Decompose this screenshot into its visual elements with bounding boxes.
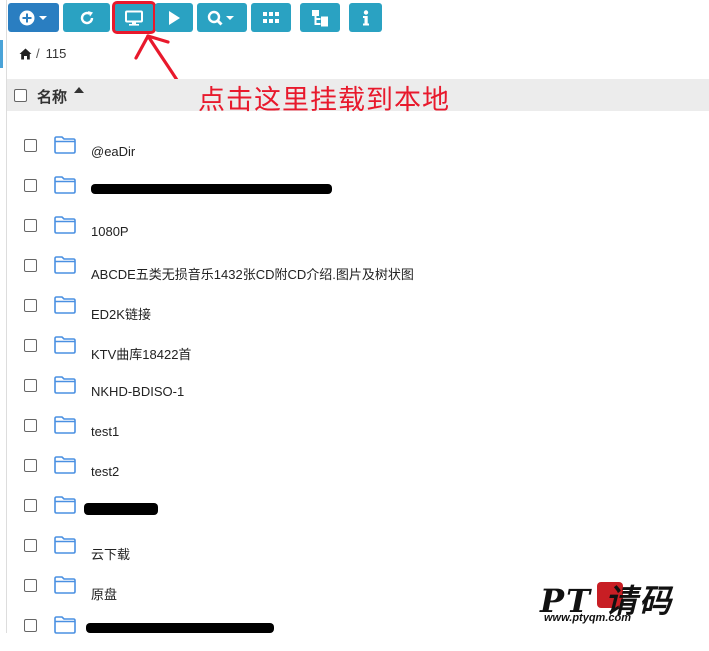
folder-icon (54, 336, 76, 354)
row-checkbox[interactable] (24, 619, 37, 632)
list-item[interactable] (0, 171, 709, 211)
file-name[interactable]: 原盘 (91, 584, 117, 603)
file-name[interactable]: test2 (91, 464, 119, 479)
row-checkbox[interactable] (24, 339, 37, 352)
folder-icon (54, 536, 76, 554)
redacted-name (84, 503, 158, 515)
row-checkbox[interactable] (24, 419, 37, 432)
list-item[interactable]: test2 (0, 451, 709, 491)
add-icon (19, 10, 47, 25)
row-checkbox[interactable] (24, 539, 37, 552)
list-item[interactable]: 云下载 (0, 531, 709, 571)
redacted-name (91, 184, 332, 194)
row-checkbox[interactable] (24, 499, 37, 512)
row-checkbox[interactable] (24, 379, 37, 392)
row-checkbox[interactable] (24, 299, 37, 312)
folder-icon (54, 456, 76, 474)
file-name[interactable]: @eaDir (91, 144, 135, 159)
row-checkbox[interactable] (24, 579, 37, 592)
left-accent-bar (0, 40, 3, 68)
sort-ascending-icon[interactable] (74, 87, 84, 93)
search-button[interactable] (197, 3, 247, 32)
tree-view-button[interactable] (300, 3, 340, 32)
grid-icon (263, 11, 279, 23)
folder-icon (54, 296, 76, 314)
grid-view-button[interactable] (251, 3, 291, 32)
row-checkbox[interactable] (24, 219, 37, 232)
file-name[interactable]: 1080P (91, 224, 129, 239)
file-name[interactable]: 云下载 (91, 544, 130, 563)
folder-icon (54, 496, 76, 514)
list-item[interactable]: ABCDE五类无损音乐1432张CD附CD介绍.图片及树状图 (0, 251, 709, 291)
folder-icon (54, 576, 76, 594)
folder-icon (54, 136, 76, 154)
list-item[interactable]: KTV曲库18422首 (0, 331, 709, 371)
refresh-icon (80, 10, 93, 24)
play-icon (169, 10, 180, 25)
select-all-checkbox[interactable] (14, 89, 27, 102)
annotation-text: 点击这里挂载到本地 (198, 85, 450, 115)
redacted-name (86, 623, 274, 633)
list-item[interactable]: @eaDir (0, 131, 709, 171)
list-item[interactable]: 1080P (0, 211, 709, 251)
breadcrumb-separator: / (36, 46, 40, 61)
file-name[interactable]: ED2K链接 (91, 304, 151, 323)
refresh-button[interactable] (63, 3, 110, 32)
row-checkbox[interactable] (24, 459, 37, 472)
info-button[interactable] (349, 3, 382, 32)
list-item[interactable]: NKHD-BDISO-1 (0, 371, 709, 411)
folder-icon (54, 616, 76, 634)
file-name[interactable]: KTV曲库18422首 (91, 344, 191, 363)
folder-icon (54, 416, 76, 434)
name-column-header[interactable]: 名称 (37, 86, 67, 107)
watermark-url: www.ptyqm.com (544, 612, 631, 624)
row-checkbox[interactable] (24, 259, 37, 272)
file-name[interactable]: test1 (91, 424, 119, 439)
monitor-icon (125, 10, 143, 26)
watermark-logo: PT 请码 www.ptyqm.com (540, 576, 706, 628)
tree-icon (312, 9, 328, 26)
breadcrumb-current[interactable]: 115 (46, 46, 67, 61)
add-button[interactable] (8, 3, 59, 32)
folder-icon (54, 376, 76, 394)
info-icon (362, 9, 369, 25)
folder-icon (54, 176, 76, 194)
folder-icon (54, 216, 76, 234)
list-item[interactable]: ED2K链接 (0, 291, 709, 331)
home-icon[interactable] (19, 48, 32, 60)
file-name[interactable]: ABCDE五类无损音乐1432张CD附CD介绍.图片及树状图 (91, 264, 414, 283)
folder-icon (54, 256, 76, 274)
row-checkbox[interactable] (24, 179, 37, 192)
list-item[interactable] (0, 491, 709, 531)
search-icon (207, 10, 234, 26)
list-item[interactable]: test1 (0, 411, 709, 451)
breadcrumb: / 115 (19, 46, 66, 61)
file-name[interactable]: NKHD-BDISO-1 (91, 384, 184, 399)
row-checkbox[interactable] (24, 139, 37, 152)
